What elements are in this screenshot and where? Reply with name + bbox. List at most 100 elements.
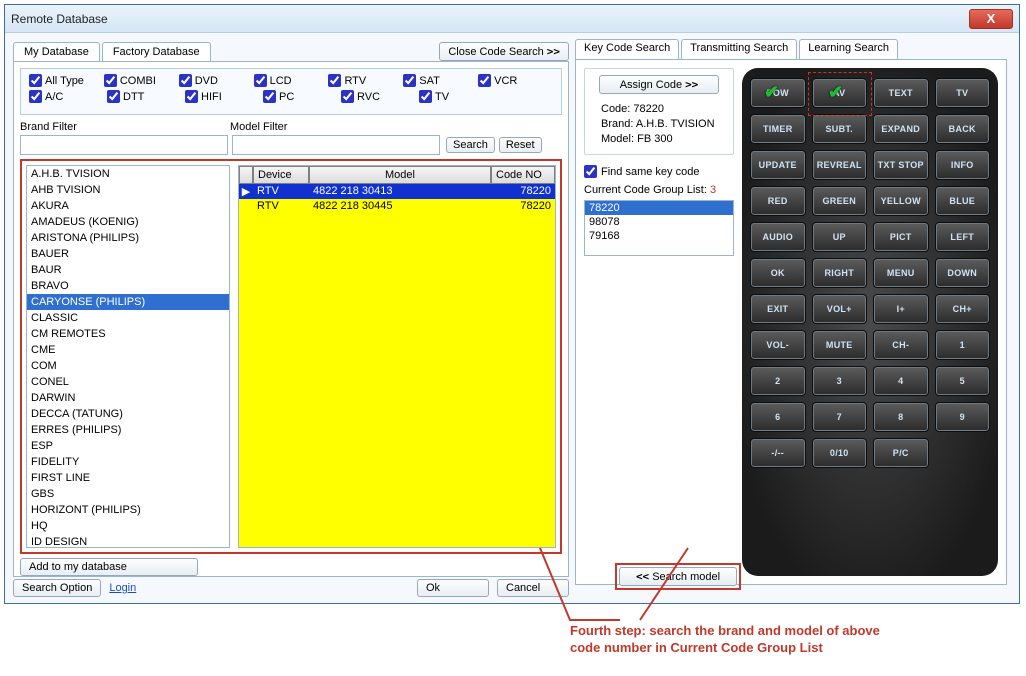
remote-button-blue[interactable]: BLUE xyxy=(935,186,991,216)
remote-button-mute[interactable]: MUTE xyxy=(812,330,868,360)
remote-button-3[interactable]: 3 xyxy=(812,366,868,396)
remote-button-audio[interactable]: AUDIO xyxy=(750,222,806,252)
cancel-button[interactable]: Cancel xyxy=(497,579,569,597)
remote-button-subt[interactable]: SUBT. xyxy=(812,114,868,144)
right-tab-transmitting-search[interactable]: Transmitting Search xyxy=(681,39,797,59)
code-group-item[interactable]: 79168 xyxy=(585,229,733,243)
remote-button-6[interactable]: 6 xyxy=(750,402,806,432)
type-checkbox-ac[interactable]: A/C xyxy=(29,90,107,103)
right-tab-key-code-search[interactable]: Key Code Search xyxy=(575,39,679,59)
remote-button-revreal[interactable]: REVREAL xyxy=(812,150,868,180)
brand-item[interactable]: AKURA xyxy=(27,198,229,214)
brand-item[interactable]: ESP xyxy=(27,438,229,454)
right-tab-learning-search[interactable]: Learning Search xyxy=(799,39,898,59)
remote-button-vol[interactable]: VOL- xyxy=(750,330,806,360)
search-option-button[interactable]: Search Option xyxy=(13,579,101,597)
remote-button-8[interactable]: 8 xyxy=(873,402,929,432)
remote-button-9[interactable]: 9 xyxy=(935,402,991,432)
remote-button-yellow[interactable]: YELLOW xyxy=(873,186,929,216)
brand-item[interactable]: DECCA (TATUNG) xyxy=(27,406,229,422)
remote-button-left[interactable]: LEFT xyxy=(935,222,991,252)
remote-button-expand[interactable]: EXPAND xyxy=(873,114,929,144)
remote-button-back[interactable]: BACK xyxy=(935,114,991,144)
close-code-search-button[interactable]: Close Code Search>> xyxy=(439,42,569,61)
search-model-button[interactable]: <<Search model xyxy=(619,567,737,586)
type-checkbox-dvd[interactable]: DVD xyxy=(179,74,254,87)
close-icon[interactable]: X xyxy=(969,9,1013,29)
remote-button-right[interactable]: RIGHT xyxy=(812,258,868,288)
brand-item[interactable]: HQ xyxy=(27,518,229,534)
code-group-item[interactable]: 98078 xyxy=(585,215,733,229)
remote-button-txtstop[interactable]: TXT STOP xyxy=(873,150,929,180)
brand-item[interactable]: CM REMOTES xyxy=(27,326,229,342)
type-checkbox-combi[interactable]: COMBI xyxy=(104,74,179,87)
brand-item[interactable]: BAUR xyxy=(27,262,229,278)
brand-item[interactable]: DARWIN xyxy=(27,390,229,406)
brand-item[interactable]: FIDELITY xyxy=(27,454,229,470)
remote-button-7[interactable]: 7 xyxy=(812,402,868,432)
reset-button[interactable]: Reset xyxy=(499,137,542,153)
type-checkbox-hifi[interactable]: HIFI xyxy=(185,90,263,103)
remote-button-[interactable]: -/-- xyxy=(750,438,806,468)
remote-button-exit[interactable]: EXIT xyxy=(750,294,806,324)
remote-button-timer[interactable]: TIMER xyxy=(750,114,806,144)
remote-button-ch[interactable]: CH- xyxy=(873,330,929,360)
brand-item[interactable]: HORIZONT (PHILIPS) xyxy=(27,502,229,518)
remote-button-pc[interactable]: P/C xyxy=(873,438,929,468)
brand-item[interactable]: A.H.B. TVISION xyxy=(27,166,229,182)
brand-list[interactable]: A.H.B. TVISIONAHB TVISIONAKURAAMADEUS (K… xyxy=(26,165,230,548)
brand-item[interactable]: ID DESIGN xyxy=(27,534,229,548)
brand-item[interactable]: GBS xyxy=(27,486,229,502)
remote-button-pow[interactable]: POW xyxy=(750,78,806,108)
brand-item[interactable]: ARISTONA (PHILIPS) xyxy=(27,230,229,246)
type-checkbox-tv[interactable]: TV xyxy=(419,90,497,103)
type-checkbox-lcd[interactable]: LCD xyxy=(254,74,329,87)
tab-factory-database[interactable]: Factory Database xyxy=(102,42,211,61)
model-table[interactable]: Device Model Code NO ▶RTV4822 218 304137… xyxy=(238,165,556,548)
brand-item[interactable]: AMADEUS (KOENIG) xyxy=(27,214,229,230)
brand-item[interactable]: CME xyxy=(27,342,229,358)
remote-button-down[interactable]: DOWN xyxy=(935,258,991,288)
remote-button-pict[interactable]: PICT xyxy=(873,222,929,252)
remote-button-2[interactable]: 2 xyxy=(750,366,806,396)
type-checkbox-rvc[interactable]: RVC xyxy=(341,90,419,103)
remote-button-av[interactable]: AV xyxy=(812,78,868,108)
remote-button-1[interactable]: 1 xyxy=(935,330,991,360)
remote-button-4[interactable]: 4 xyxy=(873,366,929,396)
login-link[interactable]: Login xyxy=(109,582,136,594)
tab-my-database[interactable]: My Database xyxy=(13,42,100,61)
remote-button-010[interactable]: 0/10 xyxy=(812,438,868,468)
brand-item[interactable]: CONEL xyxy=(27,374,229,390)
remote-button-5[interactable]: 5 xyxy=(935,366,991,396)
remote-button-info[interactable]: INFO xyxy=(935,150,991,180)
remote-button-text[interactable]: TEXT xyxy=(873,78,929,108)
code-group-list[interactable]: 782209807879168 xyxy=(584,200,734,256)
remote-button-tv[interactable]: TV xyxy=(935,78,991,108)
code-group-item[interactable]: 78220 xyxy=(585,201,733,215)
type-checkbox-rtv[interactable]: RTV xyxy=(328,74,403,87)
search-button[interactable]: Search xyxy=(446,137,495,153)
find-same-key-code-checkbox[interactable]: Find same key code xyxy=(584,165,734,178)
brand-item[interactable]: CARYONSE (PHILIPS) xyxy=(27,294,229,310)
brand-item[interactable]: AHB TVISION xyxy=(27,182,229,198)
type-checkbox-sat[interactable]: SAT xyxy=(403,74,478,87)
brand-item[interactable]: ERRES (PHILIPS) xyxy=(27,422,229,438)
add-to-my-database-button[interactable]: Add to my database xyxy=(20,558,198,576)
model-filter-input[interactable] xyxy=(232,135,440,155)
remote-button-i[interactable]: I+ xyxy=(873,294,929,324)
brand-filter-input[interactable] xyxy=(20,135,228,155)
ok-button[interactable]: Ok xyxy=(417,579,489,597)
remote-button-green[interactable]: GREEN xyxy=(812,186,868,216)
brand-item[interactable]: BAUER xyxy=(27,246,229,262)
remote-button-ch[interactable]: CH+ xyxy=(935,294,991,324)
brand-item[interactable]: FIRST LINE xyxy=(27,470,229,486)
remote-button-up[interactable]: UP xyxy=(812,222,868,252)
remote-button-ok[interactable]: OK xyxy=(750,258,806,288)
remote-button-update[interactable]: UPDATE xyxy=(750,150,806,180)
remote-button-menu[interactable]: MENU xyxy=(873,258,929,288)
type-checkbox-alltype[interactable]: All Type xyxy=(29,74,104,87)
brand-item[interactable]: CLASSIC xyxy=(27,310,229,326)
type-checkbox-vcr[interactable]: VCR xyxy=(478,74,553,87)
type-checkbox-pc[interactable]: PC xyxy=(263,90,341,103)
remote-button-red[interactable]: RED xyxy=(750,186,806,216)
